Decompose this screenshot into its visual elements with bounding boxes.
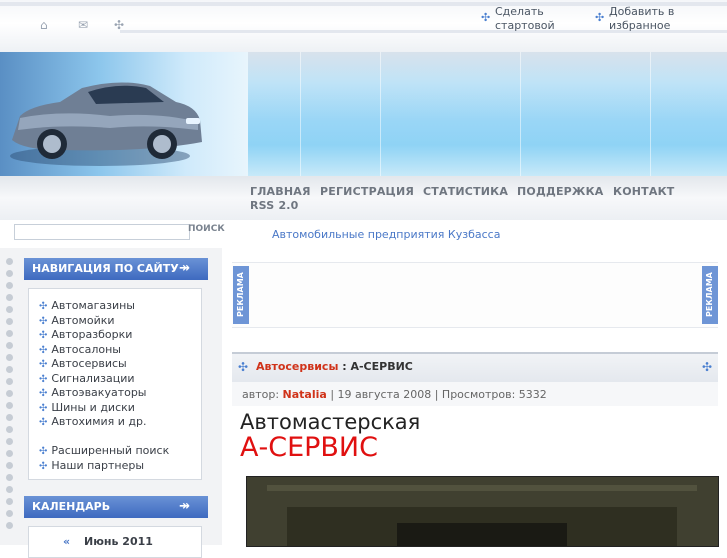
make-start-line1: Сделать (495, 5, 544, 18)
four-arrows-icon: ✣ (39, 359, 48, 370)
four-arrows-icon: ✣ (39, 461, 48, 472)
four-arrows-icon: ✣ (595, 11, 605, 24)
top-bar: ⌂ ✉ ✣ ✣ Сделать стартовой ✣ Добавить в и… (0, 0, 727, 52)
site-nav-header: НАВИГАЦИЯ ПО САЙТУ ↠ (24, 258, 208, 280)
four-arrows-icon: ✣ (39, 374, 48, 385)
add-favorites-link[interactable]: ✣ Добавить в избранное (595, 5, 675, 33)
four-arrows-icon: ✣ (701, 360, 712, 374)
site-nav-title: НАВИГАЦИЯ ПО САЙТУ (32, 262, 179, 275)
site-nav-menu: ✣ Автомагазины ✣ Автомойки ✣ Авторазборки ✣… (28, 288, 202, 480)
site-subtitle: Автомобильные предприятия Кузбасса (272, 228, 501, 241)
arrow-right-icon: ↠ (179, 261, 190, 276)
calendar-month: Июнь 2011 (84, 535, 153, 548)
make-start-link[interactable]: ✣ Сделать стартовой (481, 5, 555, 33)
ad-label-right: РЕКЛАМА (702, 266, 718, 324)
four-arrows-icon: ✣ (481, 11, 491, 24)
post-meta: автор: Natalia | 19 августа 2008 | Просм… (232, 382, 718, 406)
garage-photo-art (247, 477, 718, 546)
menu-item-dealerships[interactable]: ✣ Автосалоны (39, 343, 121, 356)
arrow-right-icon: ↠ (179, 499, 190, 514)
menu-item-partners[interactable]: ✣ Наши партнеры (39, 459, 144, 472)
car-image (0, 52, 248, 176)
post-heading-line1: Автомастерская (240, 410, 421, 434)
home-icon[interactable]: ⌂ (40, 18, 48, 32)
menu-item-car-services[interactable]: ✣ Автосервисы (39, 357, 127, 370)
four-arrows-icon: ✣ (238, 360, 249, 374)
calendar-box: « Июнь 2011 (28, 526, 202, 558)
nav-rss[interactable]: RSS 2.0 (250, 199, 299, 212)
car-illustration (10, 82, 202, 166)
post-heading-line2: А-СЕРВИС (240, 432, 378, 463)
left-sidebar: НАВИГАЦИЯ ПО САЙТУ ↠ ✣ Автомагазины ✣ Авто… (0, 248, 222, 558)
calendar-title: КАЛЕНДАРЬ (32, 500, 111, 513)
ad-label-left: РЕКЛАМА (233, 266, 249, 324)
meta-author-label: автор: (242, 388, 283, 401)
author-link[interactable]: Natalia (283, 388, 327, 401)
nav-register[interactable]: РЕГИСТРАЦИЯ (320, 185, 414, 198)
four-arrows-icon: ✣ (39, 330, 48, 341)
four-arrows-icon: ✣ (39, 345, 48, 356)
menu-item-dismantling[interactable]: ✣ Авторазборки (39, 328, 132, 341)
add-favorites-line1: Добавить в (609, 5, 675, 18)
four-arrows-icon: ✣ (39, 316, 48, 327)
nav-statistics[interactable]: СТАТИСТИКА (423, 185, 508, 198)
mail-icon[interactable]: ✉ (78, 18, 88, 32)
calendar-header: КАЛЕНДАРЬ ↠ (24, 496, 208, 518)
nav-support[interactable]: ПОДДЕРЖКА (517, 185, 604, 198)
post-title-text: А-СЕРВИС (350, 360, 413, 373)
garage-photo (246, 476, 719, 547)
nav-home[interactable]: ГЛАВНАЯ (250, 185, 311, 198)
menu-item-advanced-search[interactable]: ✣ Расширенный поиск (39, 444, 169, 457)
calendar-prev-button[interactable]: « (63, 535, 70, 548)
menu-item-tow-trucks[interactable]: ✣ Автоэвакуаторы (39, 386, 147, 399)
search-row: ПОИСК Автомобильные предприятия Кузбасса (0, 220, 727, 248)
four-arrows-icon: ✣ (39, 417, 48, 428)
menu-item-chemicals[interactable]: ✣ Автохимия и др. (39, 415, 147, 428)
post-header: ✣ Автосервисы : А-СЕРВИС ✣ (232, 352, 718, 382)
four-arrows-icon: ✣ (39, 446, 48, 457)
nav-contact[interactable]: КОНТАКТ (613, 185, 674, 198)
search-button[interactable]: ПОИСК (188, 224, 225, 234)
add-favorites-line2: избранное (609, 19, 671, 32)
menu-item-car-wash[interactable]: ✣ Автомойки (39, 314, 115, 327)
search-input[interactable] (14, 224, 190, 240)
post-title: Автосервисы : А-СЕРВИС (256, 360, 413, 373)
meta-details: | 19 августа 2008 | Просмотров: 5332 (326, 388, 547, 401)
four-arrows-icon: ✣ (39, 403, 48, 414)
menu-item-auto-shops[interactable]: ✣ Автомагазины (39, 299, 135, 312)
four-arrows-icon: ✣ (39, 301, 48, 312)
make-start-line2: стартовой (495, 19, 555, 32)
four-arrows-icon: ✣ (39, 388, 48, 399)
menu-item-alarms[interactable]: ✣ Сигнализации (39, 372, 135, 385)
post-category-link[interactable]: Автосервисы (256, 360, 338, 373)
menu-item-tires[interactable]: ✣ Шины и диски (39, 401, 135, 414)
decorative-dots (6, 258, 16, 534)
main-nav: ГЛАВНАЯ РЕГИСТРАЦИЯ СТАТИСТИКА ПОДДЕРЖКА… (0, 176, 727, 220)
sitemap-icon[interactable]: ✣ (114, 18, 124, 32)
ad-area (232, 262, 718, 328)
